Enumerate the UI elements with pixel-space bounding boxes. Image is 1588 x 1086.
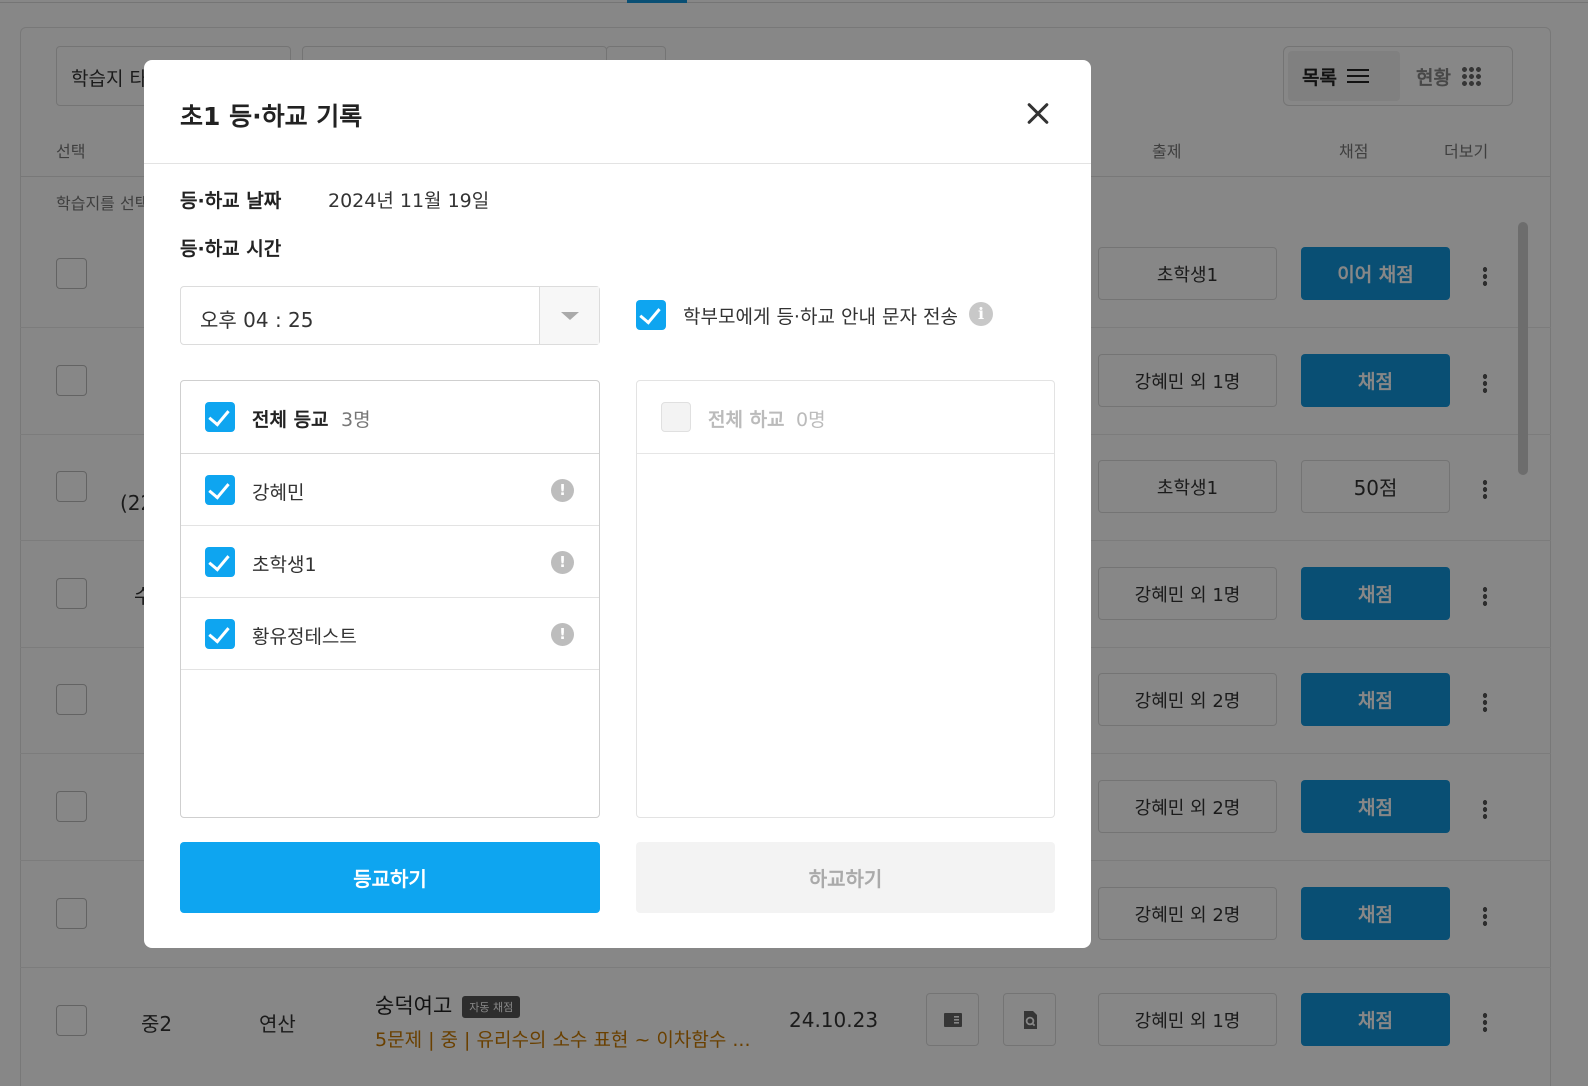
list-item: 강혜민 ! [181, 454, 599, 526]
modal-divider [144, 163, 1091, 164]
warning-icon[interactable]: ! [551, 551, 574, 574]
close-icon[interactable] [1020, 96, 1056, 132]
departure-header-label: 전체 하교 [708, 409, 785, 431]
student-checkbox[interactable] [205, 475, 235, 505]
arrival-list: 전체 등교 3명 강혜민 ! 초학생1 ! 황유정테스트 ! [180, 380, 600, 818]
dropdown-arrow-icon[interactable] [539, 287, 599, 344]
date-label: 등·하교 날짜 [180, 190, 282, 212]
departure-list-header: 전체 하교 0명 [637, 381, 1054, 454]
select-all-arrival-checkbox[interactable] [205, 402, 235, 432]
arrival-count: 3명 [341, 409, 371, 431]
depart-button[interactable]: 하교하기 [636, 842, 1055, 913]
list-item: 초학생1 ! [181, 526, 599, 598]
arrive-button[interactable]: 등교하기 [180, 842, 600, 913]
student-name: 초학생1 [252, 554, 317, 576]
sms-checkbox[interactable] [636, 300, 666, 330]
student-checkbox[interactable] [205, 619, 235, 649]
date-value: 2024년 11월 19일 [328, 190, 490, 212]
time-select[interactable]: 오후 04 : 25 [180, 286, 600, 345]
departure-count: 0명 [796, 409, 826, 431]
list-item: 황유정테스트 ! [181, 598, 599, 670]
warning-icon[interactable]: ! [551, 479, 574, 502]
info-icon[interactable]: i [969, 302, 993, 326]
modal-title: 초1 등·하교 기록 [180, 102, 363, 131]
time-label: 등·하교 시간 [180, 238, 282, 260]
arrival-header-label: 전체 등교 [252, 409, 329, 431]
attendance-modal: 초1 등·하교 기록 등·하교 날짜 2024년 11월 19일 등·하교 시간… [144, 60, 1091, 948]
student-name: 황유정테스트 [252, 626, 357, 648]
departure-list: 전체 하교 0명 [636, 380, 1055, 818]
select-all-departure-checkbox[interactable] [661, 402, 691, 432]
student-checkbox[interactable] [205, 547, 235, 577]
student-name: 강혜민 [252, 482, 305, 504]
time-value: 오후 04 : 25 [200, 308, 314, 332]
arrival-list-header: 전체 등교 3명 [181, 381, 599, 454]
sms-label: 학부모에게 등·하교 안내 문자 전송 [683, 306, 958, 328]
warning-icon[interactable]: ! [551, 623, 574, 646]
